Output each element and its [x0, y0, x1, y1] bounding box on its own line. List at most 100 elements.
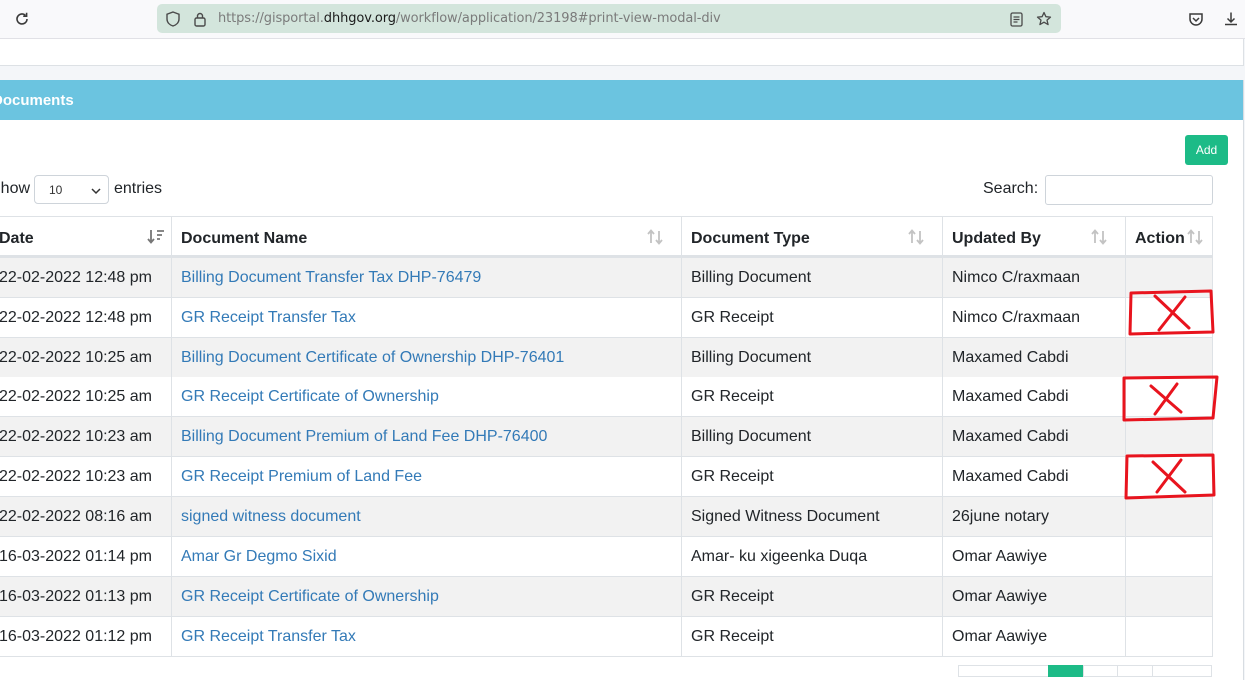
cell-date: 22-02-2022 08:16 am — [0, 497, 172, 537]
pocket-icon[interactable] — [1184, 7, 1208, 31]
pagination-next[interactable] — [1152, 665, 1212, 677]
document-link[interactable]: GR Receipt Certificate of Ownership — [181, 588, 439, 606]
document-link[interactable]: signed witness document — [181, 508, 361, 526]
cell-type: GR Receipt — [682, 298, 943, 338]
cell-by: Maxamed Cabdi — [943, 457, 1126, 497]
cell-text: 22-02-2022 12:48 pm — [0, 269, 152, 286]
document-link[interactable]: GR Receipt Certificate of Ownership — [181, 388, 439, 406]
cell-text: 22-02-2022 10:25 am — [0, 388, 152, 405]
search-input[interactable] — [1045, 175, 1213, 205]
entries-label: entries — [114, 180, 163, 197]
entries-select[interactable]: 10 — [34, 175, 109, 204]
sort-desc-icon — [147, 228, 165, 251]
cell-text: 22-02-2022 08:16 am — [0, 508, 152, 525]
download-icon[interactable] — [1219, 7, 1243, 31]
cell-date: 22-02-2022 10:25 am — [0, 377, 172, 417]
cell-text: Amar- ku xigeenka Duqa — [691, 548, 868, 565]
cell-date: 22-02-2022 10:23 am — [0, 417, 172, 457]
bookmark-star-icon[interactable] — [1035, 10, 1053, 28]
cell-type: GR Receipt — [682, 377, 943, 417]
table-row: 16-03-2022 01:14 pm Amar Gr Degmo Sixid Am… — [0, 537, 1213, 577]
cell-name: Amar Gr Degmo Sixid — [172, 537, 682, 577]
cell-text: Billing Document — [691, 269, 812, 286]
documents-card: Documents Add Show 10 entries Search: Da… — [0, 80, 1244, 680]
pagination-page[interactable] — [1083, 665, 1118, 677]
show-label: Show — [0, 180, 31, 197]
cell-text: GR Receipt — [691, 628, 774, 645]
cell-text: 22-02-2022 10:23 am — [0, 468, 152, 485]
search-label: Search: — [983, 180, 1039, 197]
cell-text: 22-02-2022 10:25 am — [0, 349, 152, 366]
card-header: Documents — [0, 80, 1243, 120]
cell-text: Signed Witness Document — [691, 508, 880, 525]
document-link[interactable]: Billing Document Certificate of Ownershi… — [181, 349, 564, 367]
sort-both-icon — [1186, 228, 1204, 251]
table-row: 22-02-2022 10:25 am GR Receipt Certificat… — [0, 377, 1213, 417]
table-row: 22-02-2022 08:16 am signed witness docume… — [0, 497, 1213, 537]
cell-text: Maxamed Cabdi — [952, 349, 1069, 366]
cell-text: GR Receipt — [691, 388, 774, 405]
cell-type: Amar- ku xigeenka Duqa — [682, 537, 943, 577]
add-document-button[interactable]: Add — [1185, 135, 1228, 165]
col-header-updated-by[interactable]: Updated By — [943, 217, 1126, 256]
table-row: 22-02-2022 10:23 am GR Receipt Premium of… — [0, 457, 1213, 497]
cell-action — [1126, 497, 1213, 537]
sort-both-icon — [1090, 228, 1108, 251]
shield-icon[interactable] — [164, 10, 182, 28]
col-header-label: Updated By — [952, 230, 1041, 247]
lock-icon[interactable] — [191, 10, 209, 28]
col-header-document-type[interactable]: Document Type — [682, 217, 943, 256]
previous-card-bottom — [0, 39, 1244, 66]
card-title: Documents — [0, 92, 74, 109]
cell-text: GR Receipt — [691, 468, 774, 485]
cell-by: 26june notary — [943, 497, 1126, 537]
cell-by: Maxamed Cabdi — [943, 377, 1126, 417]
document-link[interactable]: Billing Document Transfer Tax DHP-76479 — [181, 269, 481, 287]
cell-name: Billing Document Premium of Land Fee DHP… — [172, 417, 682, 457]
cell-text: Billing Document — [691, 428, 812, 445]
table-row: 16-03-2022 01:13 pm GR Receipt Certificat… — [0, 577, 1213, 617]
cell-by: Omar Aawiye — [943, 537, 1126, 577]
pagination-previous[interactable] — [958, 665, 1049, 677]
col-header-label: Date — [0, 230, 34, 247]
cell-date: 16-03-2022 01:13 pm — [0, 577, 172, 617]
cell-name: Billing Document Certificate of Ownershi… — [172, 338, 682, 378]
pagination-page-active[interactable] — [1048, 665, 1084, 677]
cell-name: signed witness document — [172, 497, 682, 537]
cell-date: 22-02-2022 12:48 pm — [0, 298, 172, 338]
cell-name: Billing Document Transfer Tax DHP-76479 — [172, 258, 682, 298]
cell-by: Omar Aawiye — [943, 577, 1126, 617]
document-link[interactable]: GR Receipt Transfer Tax — [181, 309, 356, 327]
cell-type: Billing Document — [682, 417, 943, 457]
col-header-action[interactable]: Action — [1126, 217, 1213, 256]
cell-text: Billing Document — [691, 349, 812, 366]
pagination-page[interactable] — [1117, 665, 1153, 677]
sort-both-icon — [907, 228, 925, 251]
cell-date: 22-02-2022 10:25 am — [0, 338, 172, 378]
entries-select-value: 10 — [49, 183, 63, 197]
reload-icon[interactable] — [10, 7, 34, 31]
address-bar[interactable]: https://gisportal.dhhgov.org/workflow/ap… — [157, 4, 1061, 33]
red-x-annotation — [1124, 453, 1216, 500]
document-link[interactable]: GR Receipt Premium of Land Fee — [181, 468, 422, 486]
cell-text: 22-02-2022 10:23 am — [0, 428, 152, 445]
cell-by: Maxamed Cabdi — [943, 338, 1126, 378]
table-row: 22-02-2022 10:23 am Billing Document Prem… — [0, 417, 1213, 457]
col-header-document-name[interactable]: Document Name — [172, 217, 682, 256]
cell-name: GR Receipt Transfer Tax — [172, 298, 682, 338]
cell-date: 16-03-2022 01:12 pm — [0, 617, 172, 657]
cell-by: Nimco C/raxmaan — [943, 258, 1126, 298]
document-link[interactable]: Amar Gr Degmo Sixid — [181, 548, 337, 566]
col-header-date[interactable]: Date — [0, 217, 172, 256]
cell-type: GR Receipt — [682, 577, 943, 617]
cell-text: Maxamed Cabdi — [952, 388, 1069, 405]
document-link[interactable]: GR Receipt Transfer Tax — [181, 628, 356, 646]
url-text[interactable]: https://gisportal.dhhgov.org/workflow/ap… — [218, 11, 721, 26]
document-link[interactable]: Billing Document Premium of Land Fee DHP… — [181, 428, 547, 446]
cell-text: 22-02-2022 12:48 pm — [0, 309, 152, 326]
table-header-row: Date Document Name Document Type Updated… — [0, 216, 1213, 258]
reader-view-icon[interactable] — [1007, 10, 1025, 28]
cell-text: Maxamed Cabdi — [952, 428, 1069, 445]
cell-date: 22-02-2022 12:48 pm — [0, 258, 172, 298]
cell-date: 16-03-2022 01:14 pm — [0, 537, 172, 577]
